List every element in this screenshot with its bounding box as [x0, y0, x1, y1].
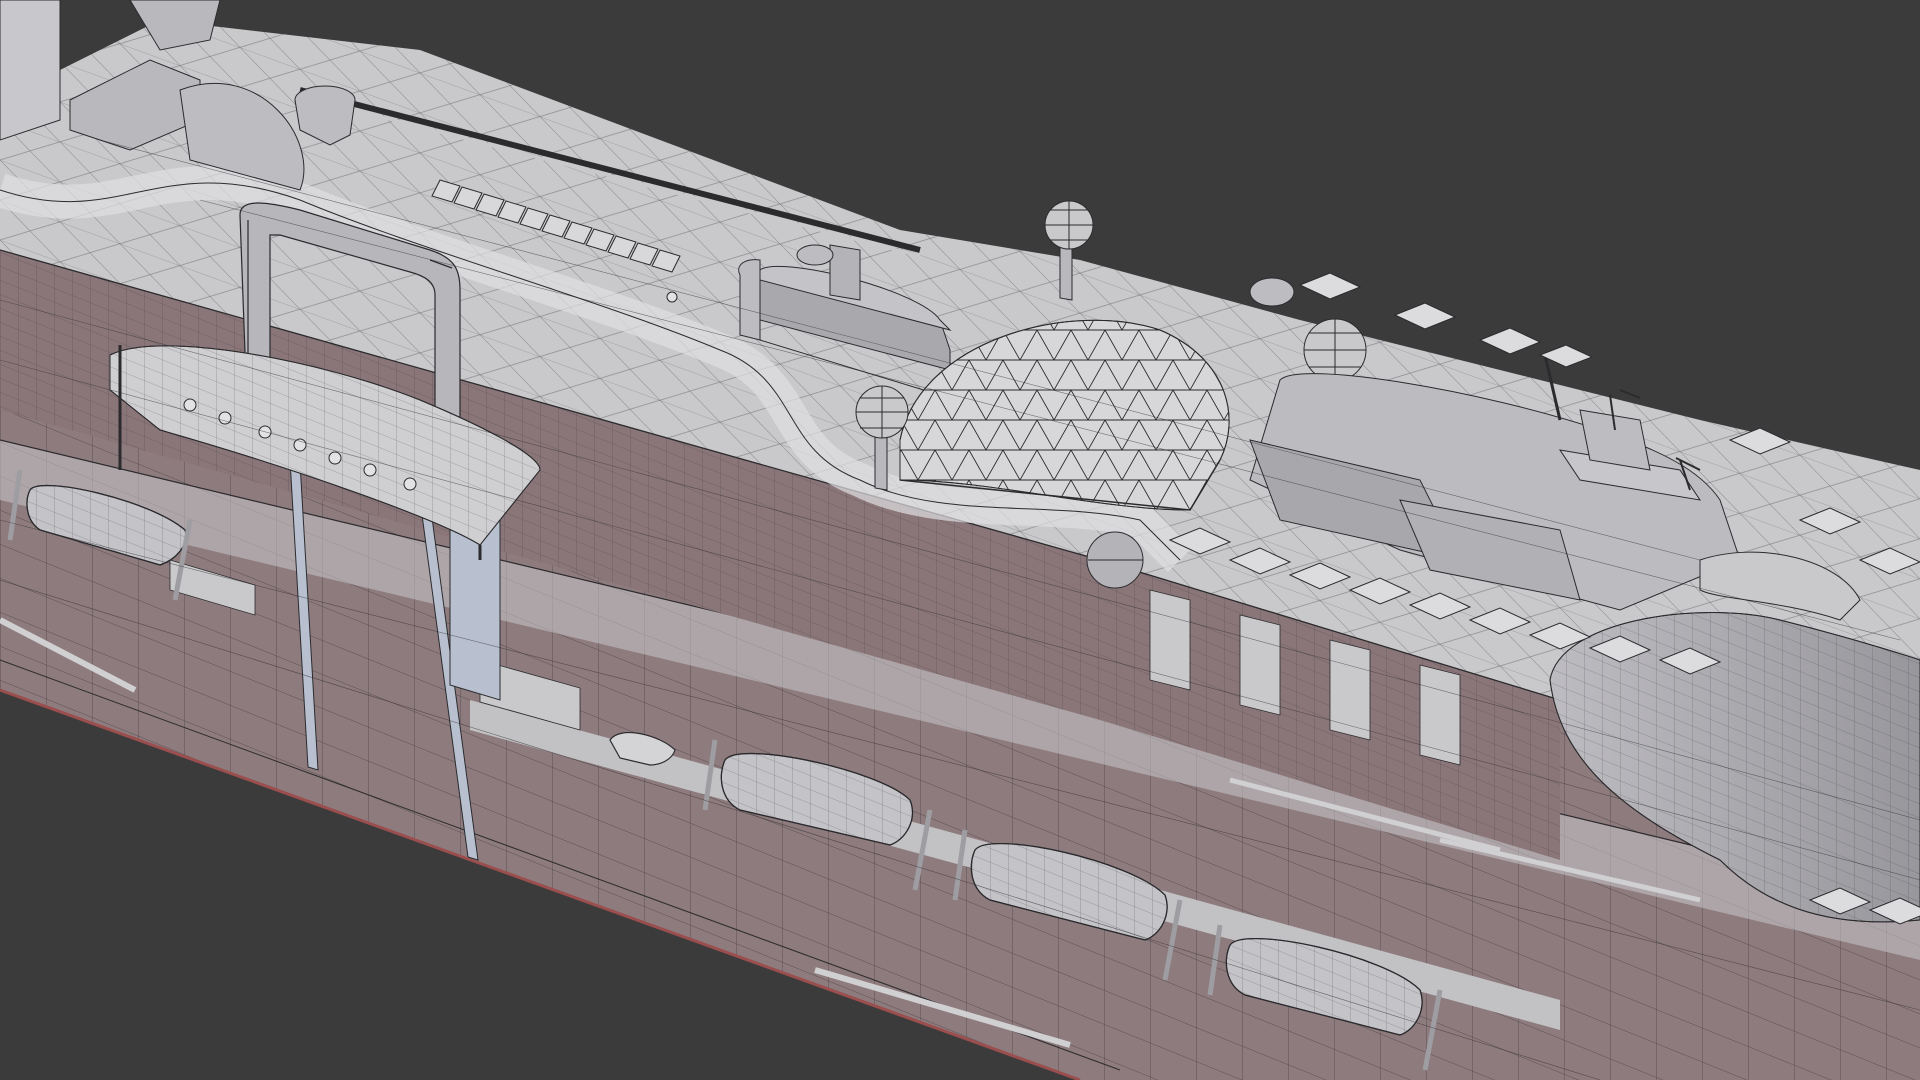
ship-render [0, 0, 1920, 1080]
3d-viewport[interactable] [0, 0, 1920, 1080]
